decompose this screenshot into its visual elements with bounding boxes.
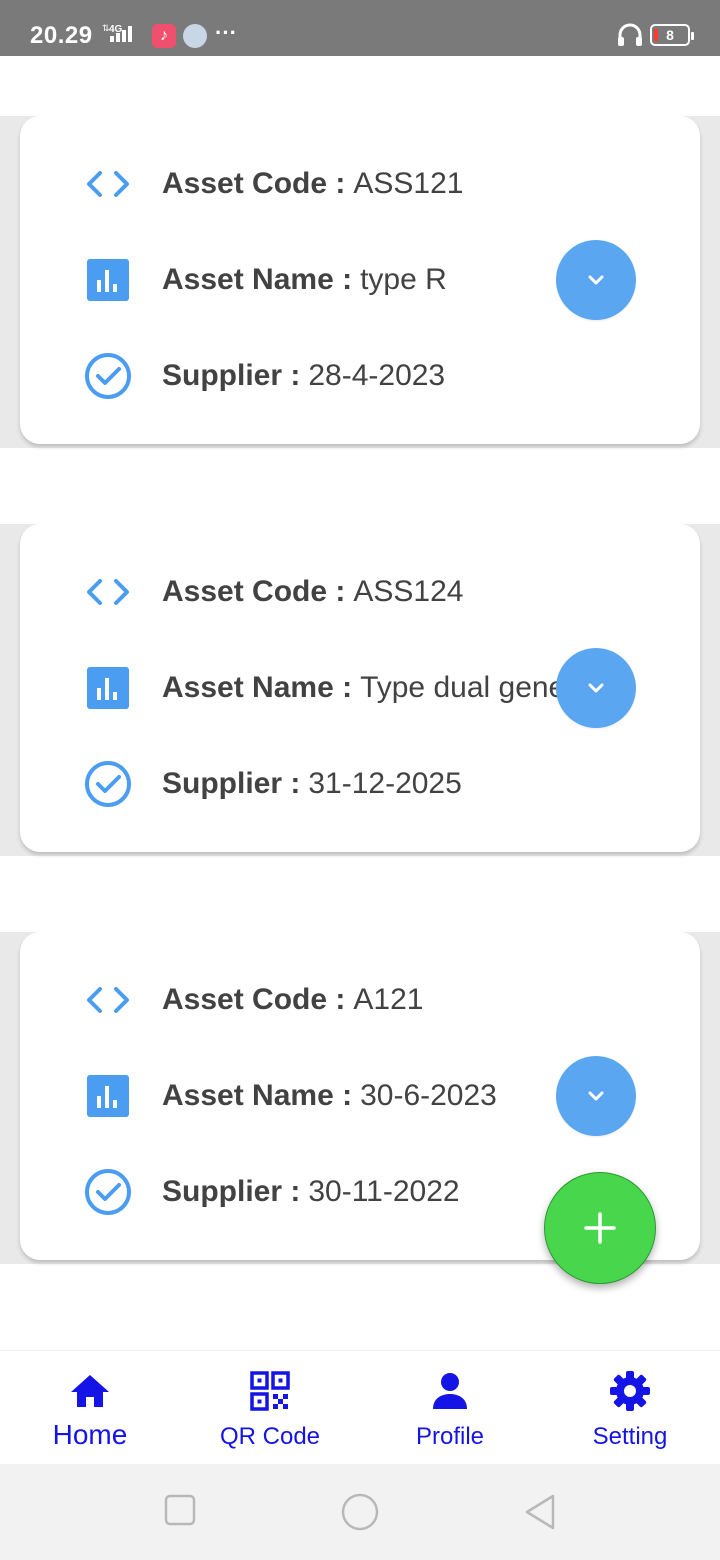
nav-label-setting: Setting xyxy=(592,1423,668,1450)
asset-name-row: Asset Name : Type dual generator xyxy=(82,658,627,718)
qr-code-icon xyxy=(250,1371,290,1411)
asset-code-value: ASS124 xyxy=(353,575,464,608)
asset-name-label: Asset Name : xyxy=(162,1079,353,1112)
asset-code-row: Asset Code : ASS124 xyxy=(82,562,463,622)
nav-item-home[interactable]: Home xyxy=(0,1351,180,1465)
bottom-navigation: Home QR Code Profile Setting xyxy=(0,1350,720,1464)
asset-name-row: Asset Name : 30-6-2023 xyxy=(82,1066,497,1126)
supplier-row: Supplier : 28-4-2023 xyxy=(82,346,445,406)
code-icon xyxy=(82,974,134,1026)
chevron-down-icon xyxy=(588,1091,604,1101)
music-app-icon: ♪ xyxy=(152,24,176,48)
asset-code-row: Asset Code : ASS121 xyxy=(82,154,463,214)
chevron-down-icon xyxy=(588,275,604,285)
supplier-value: 31-12-2025 xyxy=(308,767,462,800)
asset-code-row: Asset Code : A121 xyxy=(82,970,423,1030)
nav-label-profile: Profile xyxy=(415,1423,485,1450)
gear-icon xyxy=(610,1371,650,1411)
asset-code-label: Asset Code : xyxy=(162,983,346,1016)
nav-label-home: Home xyxy=(52,1419,128,1450)
status-time: 20.29 xyxy=(30,22,93,49)
asset-name-value: 30-6-2023 xyxy=(360,1079,497,1112)
layers-app-icon xyxy=(183,24,207,48)
asset-name-label: Asset Name : xyxy=(162,263,353,296)
asset-code-value: ASS121 xyxy=(353,167,464,200)
status-bar: 20.29 ⇅ 4G ♪ ··· 8 xyxy=(0,0,720,56)
back-icon[interactable] xyxy=(522,1492,558,1532)
nav-item-qr-code[interactable]: QR Code xyxy=(180,1351,360,1465)
code-icon xyxy=(82,566,134,618)
asset-code-label: Asset Code : xyxy=(162,167,346,200)
more-notifications-icon: ··· xyxy=(215,20,237,45)
person-icon xyxy=(433,1373,467,1409)
expand-button[interactable] xyxy=(556,648,636,728)
asset-name-label: Asset Name : xyxy=(162,671,353,704)
supplier-label: Supplier : xyxy=(162,1175,301,1208)
check-circle-icon xyxy=(82,1166,134,1218)
expand-button[interactable] xyxy=(556,1056,636,1136)
network-type: 4G xyxy=(109,24,123,35)
supplier-row: Supplier : 31-12-2025 xyxy=(82,754,462,814)
supplier-label: Supplier : xyxy=(162,767,301,800)
home-system-icon[interactable] xyxy=(340,1492,380,1532)
battery-icon: 8 xyxy=(650,24,694,46)
nav-item-profile[interactable]: Profile xyxy=(360,1351,540,1465)
chevron-down-icon xyxy=(588,683,604,693)
nav-label-qr-code: QR Code xyxy=(219,1423,321,1450)
system-navigation-bar xyxy=(0,1464,720,1560)
asset-name-row: Asset Name : type R xyxy=(82,250,447,310)
asset-card[interactable]: Asset Code : ASS124 Asset Name : Type du… xyxy=(20,524,700,852)
supplier-value: 30-11-2022 xyxy=(308,1175,460,1208)
supplier-value: 28-4-2023 xyxy=(308,359,446,392)
supplier-row: Supplier : 30-11-2022 xyxy=(82,1162,460,1222)
bar-chart-icon xyxy=(82,254,134,306)
headset-icon xyxy=(618,23,642,46)
asset-code-label: Asset Code : xyxy=(162,575,346,608)
signal-icon: ⇅ 4G xyxy=(102,23,132,42)
check-circle-icon xyxy=(82,350,134,402)
nav-item-setting[interactable]: Setting xyxy=(540,1351,720,1465)
bar-chart-icon xyxy=(82,662,134,714)
check-circle-icon xyxy=(82,758,134,810)
expand-button[interactable] xyxy=(556,240,636,320)
supplier-label: Supplier : xyxy=(162,359,301,392)
plus-icon xyxy=(584,1212,616,1244)
recent-apps-icon[interactable] xyxy=(164,1494,196,1526)
bar-chart-icon xyxy=(82,1070,134,1122)
add-asset-button[interactable] xyxy=(544,1172,656,1284)
code-icon xyxy=(82,158,134,210)
asset-name-value: type R xyxy=(360,263,447,296)
battery-level: 8 xyxy=(666,27,674,43)
home-icon xyxy=(71,1375,109,1407)
asset-card[interactable]: Asset Code : ASS121 Asset Name : type R … xyxy=(20,116,700,444)
asset-code-value: A121 xyxy=(353,983,424,1016)
